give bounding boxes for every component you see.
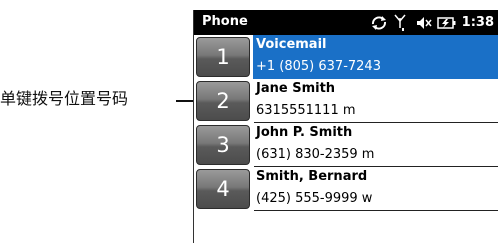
row-divider — [254, 210, 498, 211]
contact-number: +1 (805) 637-7243 — [256, 59, 381, 74]
speed-dial-entry-4[interactable]: 4 Smith, Bernard (425) 555-9999 w — [194, 167, 498, 211]
contact-name: Jane Smith — [256, 81, 336, 96]
contact-number: 6315551111 m — [256, 103, 356, 118]
status-bar: Phone 1:38 — [194, 10, 498, 35]
signal-icon[interactable] — [394, 14, 406, 32]
contact-name: Smith, Bernard — [256, 169, 368, 184]
contact-number: (425) 555-9999 w — [256, 191, 373, 206]
speed-dial-entry-2[interactable]: 2 Jane Smith 6315551111 m — [194, 79, 498, 123]
battery-charging-icon[interactable] — [436, 16, 457, 30]
speed-dial-key-2[interactable]: 2 — [196, 81, 250, 121]
phone-screen: Phone 1:38 1 Voicemail +1 (805) 637-7243… — [194, 10, 498, 243]
speed-dial-entry-1[interactable]: 1 Voicemail +1 (805) 637-7243 — [194, 35, 498, 79]
speed-dial-entry-3[interactable]: 3 John P. Smith (631) 830-2359 m — [194, 123, 498, 167]
volume-muted-icon[interactable] — [416, 15, 432, 31]
contact-number: (631) 830-2359 m — [256, 147, 375, 162]
speed-dial-key-1[interactable]: 1 — [196, 37, 250, 77]
contact-name: John P. Smith — [256, 125, 353, 140]
status-icons: 1:38 — [370, 12, 494, 33]
contact-name: Voicemail — [256, 37, 327, 52]
speed-dial-key-3[interactable]: 3 — [196, 125, 250, 165]
annotation-label: 单键拨号位置号码 — [0, 89, 129, 108]
clock: 1:38 — [461, 15, 494, 30]
speed-dial-key-4[interactable]: 4 — [196, 169, 250, 209]
app-title: Phone — [202, 14, 248, 29]
sync-icon[interactable] — [370, 15, 388, 31]
